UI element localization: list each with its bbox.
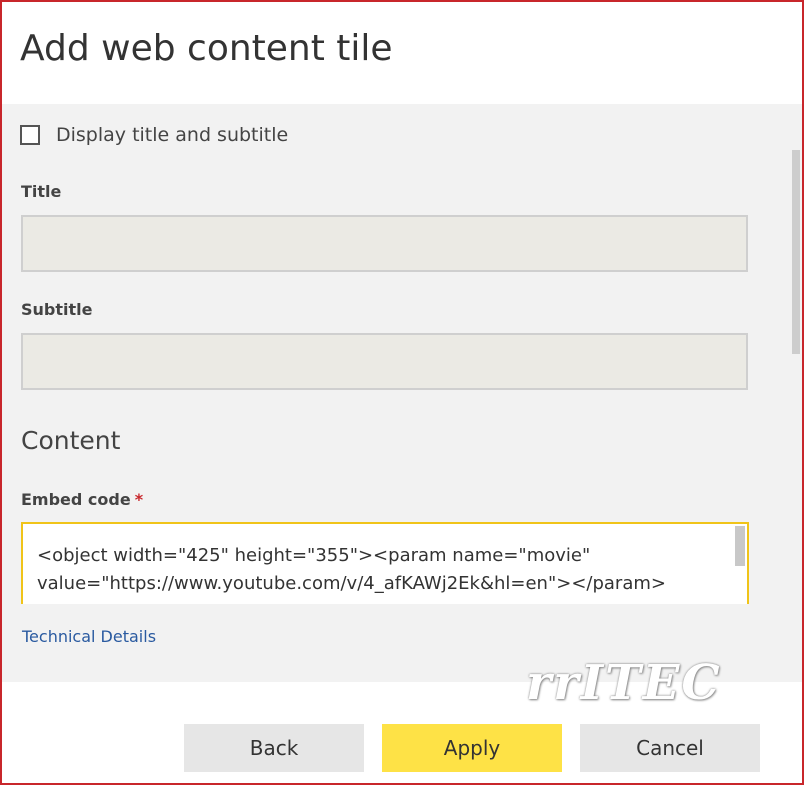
subtitle-label: Subtitle — [21, 300, 93, 319]
required-marker: * — [134, 490, 144, 509]
cancel-button[interactable]: Cancel — [580, 724, 760, 772]
technical-details-link[interactable]: Technical Details — [22, 627, 156, 646]
dialog-title: Add web content tile — [20, 28, 393, 69]
embed-code-label-text: Embed code — [21, 490, 131, 509]
display-title-checkbox[interactable] — [20, 125, 40, 145]
subtitle-input[interactable] — [21, 333, 748, 390]
watermark-logo: rrITEC — [526, 655, 722, 711]
dialog-header: Add web content tile — [2, 2, 802, 104]
embed-code-text: <object width="425" height="355"><param … — [37, 545, 666, 594]
panel-scrollbar[interactable] — [792, 150, 800, 354]
title-input[interactable] — [21, 215, 748, 272]
back-button[interactable]: Back — [184, 724, 364, 772]
display-title-label: Display title and subtitle — [56, 124, 289, 146]
display-title-option[interactable]: Display title and subtitle — [20, 124, 288, 146]
content-heading: Content — [21, 426, 121, 455]
embed-code-textarea[interactable]: <object width="425" height="355"><param … — [21, 522, 749, 604]
form-panel: Display title and subtitle Title Subtitl… — [2, 104, 802, 682]
title-label: Title — [21, 182, 62, 201]
apply-button[interactable]: Apply — [382, 724, 562, 772]
embed-code-label: Embed code * — [21, 490, 143, 509]
embed-scrollbar[interactable] — [735, 526, 745, 566]
